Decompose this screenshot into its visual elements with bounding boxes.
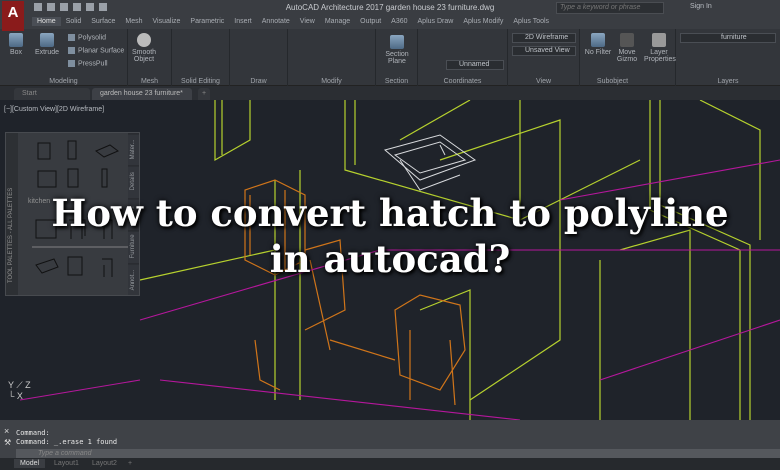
- filter-icon: [591, 33, 605, 47]
- drawing-tab[interactable]: garden house 23 furniture*: [92, 88, 192, 100]
- tab-insert[interactable]: Insert: [229, 17, 257, 26]
- section-plane-icon: [390, 35, 404, 49]
- tab-aplus-draw[interactable]: Aplus Draw: [413, 17, 459, 26]
- polysolid-button[interactable]: Polysolid: [68, 34, 106, 41]
- tab-surface[interactable]: Surface: [86, 17, 120, 26]
- extrude-button[interactable]: Extrude: [32, 33, 62, 56]
- mesh-panel-label[interactable]: Mesh: [128, 78, 171, 85]
- close-icon[interactable]: ×: [4, 426, 9, 436]
- box-icon: [9, 33, 23, 47]
- ribbon-tabs: Home Solid Surface Mesh Visualize Parametric I…: [0, 16, 780, 29]
- ucs-icon: Y ⟋ Z └ X: [8, 380, 31, 401]
- mesh-panel: Smooth Object Mesh: [128, 29, 172, 86]
- layer-properties-button[interactable]: Layer Properties: [644, 33, 676, 63]
- presspull-icon: [68, 60, 75, 67]
- smooth-object-button[interactable]: Smooth Object: [130, 33, 158, 63]
- tab-solid[interactable]: Solid: [61, 17, 87, 26]
- layer-dropdown[interactable]: furniture: [680, 33, 776, 43]
- model-tab[interactable]: Model: [14, 459, 46, 468]
- add-layout-button[interactable]: +: [122, 459, 138, 468]
- layout1-tab[interactable]: Layout1: [48, 459, 85, 468]
- modeling-panel-label[interactable]: Modeling: [0, 78, 127, 85]
- section-plane-button[interactable]: Section Plane: [380, 35, 414, 65]
- extrude-icon: [40, 33, 54, 47]
- layers-panel: furniture Layers: [676, 29, 780, 86]
- tab-aplus-modify[interactable]: Aplus Modify: [458, 17, 508, 26]
- palette-tab-materials[interactable]: Mater...: [128, 133, 139, 166]
- tab-a360[interactable]: A360: [386, 17, 412, 26]
- section-panel: Section Plane Section: [376, 29, 418, 86]
- move-gizmo-button[interactable]: Move Gizmo: [616, 33, 638, 63]
- view-label[interactable]: View: [508, 78, 579, 85]
- new-tab-button[interactable]: +: [198, 88, 211, 100]
- view-panel: 2D Wireframe Unsaved View View: [508, 29, 580, 86]
- tab-annotate[interactable]: Annotate: [257, 17, 295, 26]
- layout2-tab[interactable]: Layout2: [86, 459, 123, 468]
- layers-label[interactable]: Layers: [676, 78, 780, 85]
- article-headline: How to convert hatch to polyline in auto…: [51, 191, 729, 281]
- tab-aplus-tools[interactable]: Aplus Tools: [508, 17, 554, 26]
- gizmo-icon: [620, 33, 634, 47]
- wrench-icon[interactable]: ⚒: [4, 438, 11, 447]
- layers-icon: [652, 33, 666, 47]
- ucs-dropdown[interactable]: Unnamed: [446, 60, 504, 70]
- viewport-controls[interactable]: [−][Custom View][2D Wireframe]: [4, 106, 104, 113]
- subobject-panel: No Filter Move Gizmo Layer Properties Su…: [580, 29, 676, 86]
- command-history: Command: Command: _.erase 1 found: [16, 429, 118, 446]
- tab-parametric[interactable]: Parametric: [185, 17, 229, 26]
- polysolid-icon: [68, 34, 75, 41]
- start-tab[interactable]: Start: [14, 88, 90, 100]
- tab-mesh[interactable]: Mesh: [120, 17, 147, 26]
- coordinates-panel: Unnamed Coordinates: [418, 29, 508, 86]
- search-input[interactable]: Type a keyword or phrase: [556, 2, 664, 14]
- tab-home[interactable]: Home: [32, 17, 61, 26]
- command-line: × ⚒ Command: Command: _.erase 1 found Ty…: [0, 420, 780, 459]
- draw-panel: Draw: [230, 29, 288, 86]
- solid-editing-label[interactable]: Solid Editing: [172, 78, 229, 85]
- planar-surface-button[interactable]: Planar Surface: [68, 47, 124, 54]
- draw-label[interactable]: Draw: [230, 78, 287, 85]
- coordinates-label[interactable]: Coordinates: [418, 78, 507, 85]
- presspull-button[interactable]: PressPull: [68, 60, 108, 67]
- smooth-object-icon: [137, 33, 151, 47]
- tab-manage[interactable]: Manage: [320, 17, 355, 26]
- layout-tabs: Model Layout1 Layout2 +: [0, 458, 780, 470]
- tab-visualize[interactable]: Visualize: [148, 17, 186, 26]
- box-button[interactable]: Box: [6, 33, 26, 56]
- no-filter-button[interactable]: No Filter: [584, 33, 612, 56]
- title-bar: A AutoCAD Architecture 2017 garden house…: [0, 0, 780, 31]
- application-menu-button[interactable]: A: [2, 1, 24, 31]
- planar-surface-icon: [68, 47, 75, 54]
- sign-in-button[interactable]: Sign In: [690, 3, 712, 10]
- ribbon: Box Extrude Polysolid Planar Surface Pre…: [0, 29, 780, 86]
- document-tabs: Start garden house 23 furniture* +: [0, 86, 780, 100]
- visual-style-dropdown[interactable]: 2D Wireframe: [512, 33, 576, 43]
- tab-view[interactable]: View: [295, 17, 320, 26]
- modify-panel: Modify: [288, 29, 376, 86]
- modify-label[interactable]: Modify: [288, 78, 375, 85]
- section-label[interactable]: Section: [376, 78, 417, 85]
- solid-editing-panel: Solid Editing: [172, 29, 230, 86]
- saved-view-dropdown[interactable]: Unsaved View: [512, 46, 576, 56]
- tab-output[interactable]: Output: [355, 17, 386, 26]
- modeling-panel: Box Extrude Polysolid Planar Surface Pre…: [0, 29, 128, 86]
- subobject-label: Subobject: [596, 78, 629, 85]
